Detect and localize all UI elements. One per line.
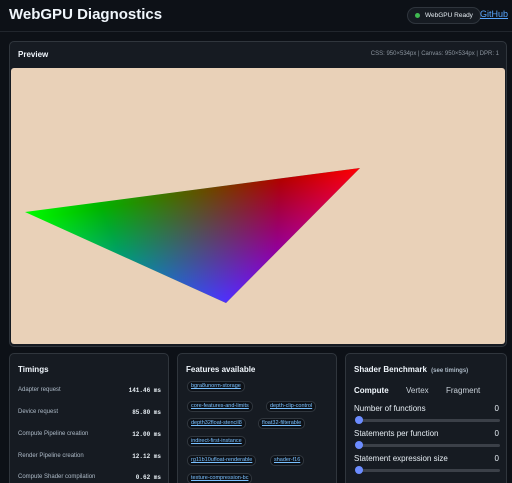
feature-tag[interactable]: bgra8unorm-storage [187, 381, 245, 392]
timings-title: Timings [18, 365, 49, 374]
timing-row: Adapter request 141.46 ms [18, 387, 161, 397]
feature-tag[interactable]: texture-compression-bc [187, 473, 253, 483]
feature-tag[interactable]: depth-clip-control [266, 401, 317, 412]
feature-tag[interactable]: core-features-and-limits [187, 401, 253, 412]
tab-fragment[interactable]: Fragment [446, 386, 480, 395]
feature-tag[interactable]: shader-f16 [270, 455, 305, 466]
functions-slider-thumb[interactable] [355, 416, 363, 424]
status-badge: WebGPU Ready [407, 7, 481, 24]
preview-title: Preview [18, 50, 49, 59]
timing-label: Render Pipeline creation [18, 453, 84, 459]
timing-label: Compute Shader compilation [18, 474, 96, 480]
functions-slider-track[interactable] [356, 419, 500, 422]
triangle-blue [25, 168, 360, 303]
expression-size-slider-track[interactable] [356, 469, 500, 472]
render-canvas[interactable] [11, 68, 505, 344]
benchmark-title: Shader Benchmark (see timings) [354, 365, 468, 374]
tab-vertex[interactable]: Vertex [406, 386, 429, 395]
statements-slider-track[interactable] [356, 444, 500, 447]
benchmark-subtitle: (see timings) [431, 368, 469, 374]
timing-value: 0.62 ms [135, 474, 161, 481]
preview-panel: Preview CSS: 950×534px | Canvas: 950×534… [9, 41, 507, 347]
functions-value: 0 [494, 404, 499, 413]
timing-row: Compute Pipeline creation 12.00 ms [18, 431, 161, 441]
timing-row: Render Pipeline creation 12.12 ms [18, 453, 161, 463]
timings-panel: Timings Adapter request 141.46 ms Device… [9, 353, 169, 483]
timing-value: 85.80 ms [132, 409, 161, 416]
timing-row: Compute Shader compilation 0.62 ms [18, 474, 161, 483]
features-title: Features available [186, 365, 256, 374]
github-link[interactable]: GitHub [480, 9, 508, 19]
tab-compute[interactable]: Compute [354, 386, 389, 395]
timing-label: Device request [18, 409, 59, 415]
timing-label: Compute Pipeline creation [18, 431, 89, 437]
expression-size-label: Statement expression size [354, 454, 448, 463]
timing-value: 12.12 ms [132, 453, 161, 460]
feature-tag[interactable]: indirect-first-instance [187, 436, 246, 447]
triangle-render [25, 168, 360, 303]
status-dot-icon [415, 13, 420, 18]
statements-label: Statements per function [354, 429, 439, 438]
status-text: WebGPU Ready [425, 12, 473, 19]
timing-row: Device request 85.80 ms [18, 409, 161, 419]
timing-value: 12.00 ms [132, 431, 161, 438]
feature-tag[interactable]: rg11b10ufloat-renderable [187, 455, 257, 466]
expression-size-slider-thumb[interactable] [355, 466, 363, 474]
timing-label: Adapter request [18, 387, 61, 393]
expression-size-value: 0 [494, 454, 499, 463]
feature-tag[interactable]: depth32float-stencil8 [187, 418, 246, 429]
statements-value: 0 [494, 429, 499, 438]
benchmark-title-text: Shader Benchmark [354, 365, 427, 374]
statements-slider-thumb[interactable] [355, 441, 363, 449]
features-panel: Features available bgra8unorm-storage co… [177, 353, 337, 483]
shader-benchmark-panel: Shader Benchmark (see timings) Compute V… [345, 353, 507, 483]
canvas-info: CSS: 950×534px | Canvas: 950×534px | DPR… [370, 51, 499, 57]
timing-value: 141.46 ms [128, 387, 161, 394]
functions-label: Number of functions [354, 404, 426, 413]
app-title: WebGPU Diagnostics [9, 6, 163, 23]
app-header: WebGPU Diagnostics WebGPU Ready GitHub [0, 0, 512, 32]
feature-tag[interactable]: float32-filterable [258, 418, 306, 429]
